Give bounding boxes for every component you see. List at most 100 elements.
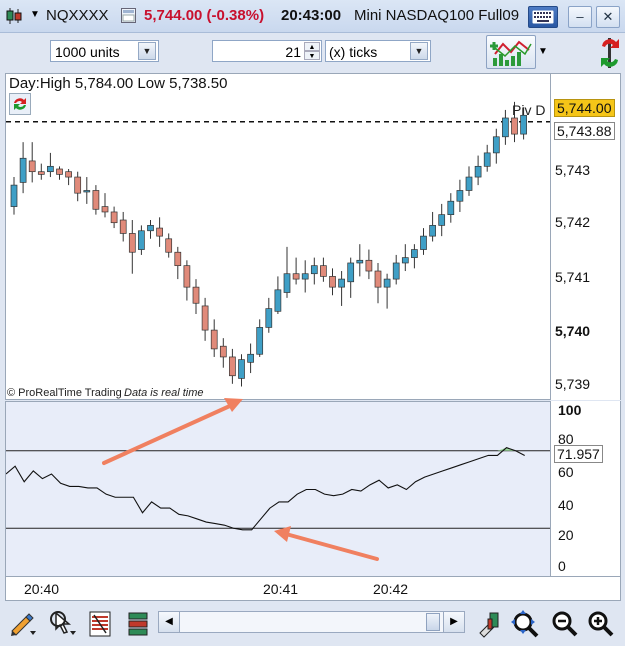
time-axis[interactable]: 20:40 20:41 20:42 <box>5 577 621 601</box>
ticks-input[interactable]: 21 ▲ ▼ <box>212 40 322 62</box>
scroll-right-button[interactable]: ▶ <box>443 612 464 632</box>
candle-down <box>28 160 36 173</box>
layout-button[interactable] <box>124 609 154 639</box>
indicator-value-tag: 71.957 <box>554 445 603 463</box>
price-axis[interactable]: 5,743 5,742 5,741 5,740 5,739 5,744.00 5… <box>551 73 621 400</box>
candle-up <box>401 257 409 264</box>
chart-toolbar: 1000 units ▼ 21 ▲ ▼ (x) ticks ▼ ▼ <box>0 33 625 73</box>
scroll-left-icon: ◀ <box>165 616 173 627</box>
refresh-button[interactable] <box>598 36 622 70</box>
candle-down <box>128 233 136 253</box>
price-chart-pane[interactable]: Day:High 5,784.00 Low 5,738.50 Piv D © P… <box>5 73 551 400</box>
candlestick-plot <box>6 101 550 387</box>
minimize-button[interactable]: – <box>568 6 592 28</box>
keyboard-button[interactable] <box>528 6 558 28</box>
candle-up <box>429 225 436 237</box>
candle-up <box>392 262 400 280</box>
zoom-fit-icon <box>510 610 540 643</box>
candle-up <box>520 114 527 135</box>
candle-up <box>247 353 254 363</box>
candle-up <box>502 117 509 138</box>
stepper-down-icon[interactable]: ▼ <box>304 51 320 60</box>
units-value: 1000 units <box>55 44 120 60</box>
scroll-right-icon: ▶ <box>450 616 458 627</box>
keyboard-icon <box>532 10 554 27</box>
data-realtime-note: Data is real time <box>124 387 204 399</box>
y-tick-5739: 5,739 <box>555 376 591 392</box>
candle-down <box>320 265 327 277</box>
close-icon: ✕ <box>602 9 614 24</box>
order-book-button[interactable] <box>86 609 116 639</box>
candle-down <box>365 259 373 272</box>
candle-down <box>174 251 182 267</box>
close-button[interactable]: ✕ <box>596 6 620 28</box>
zoom-out-button[interactable] <box>550 609 580 639</box>
scroll-left-button[interactable]: ◀ <box>159 612 180 632</box>
candle-down <box>56 168 63 175</box>
ind-tick-40: 40 <box>558 497 574 513</box>
spreadsheet-icon <box>86 611 116 643</box>
indicator-pane[interactable] <box>5 401 551 577</box>
indicator-axis[interactable]: 100 80 60 40 20 0 71.957 <box>551 401 621 577</box>
candle-up <box>356 259 364 264</box>
indicators-button[interactable] <box>486 35 536 69</box>
candle-up <box>283 273 291 293</box>
ind-tick-20: 20 <box>558 527 574 543</box>
settings-tool-button[interactable] <box>474 609 504 639</box>
candle-down <box>292 273 300 280</box>
window-icon[interactable] <box>121 8 136 28</box>
time-tick-2042: 20:42 <box>373 581 409 597</box>
horizontal-scrollbar[interactable]: ◀ ▶ <box>158 611 465 633</box>
zoom-fit-button[interactable] <box>510 609 540 639</box>
refresh-arrows-icon <box>598 38 622 74</box>
candle-up <box>411 249 418 258</box>
y-tick-5741: 5,741 <box>555 269 591 285</box>
ticks-stepper[interactable]: ▲ ▼ <box>304 42 320 60</box>
candle-down <box>210 329 218 350</box>
ticks-unit-select[interactable]: (x) ticks ▼ <box>325 40 431 62</box>
bottom-toolbar: ◀ ▶ <box>0 602 625 646</box>
candle-up <box>465 176 473 191</box>
candle-up <box>310 265 318 275</box>
ticks-value: 21 <box>285 44 301 60</box>
units-select[interactable]: 1000 units ▼ <box>50 40 159 62</box>
candle-down <box>229 356 236 377</box>
candle-down <box>156 227 163 237</box>
candle-up <box>83 190 91 193</box>
candle-up <box>10 184 18 207</box>
indicator-line <box>6 447 525 531</box>
candle-down <box>65 171 72 178</box>
y-tick-5740: 5,740 <box>555 323 591 339</box>
candle-down <box>511 117 518 135</box>
zoom-out-icon <box>550 611 580 643</box>
chevron-down-icon: ▼ <box>538 46 548 57</box>
candle-down <box>374 270 382 288</box>
time-tick-2040: 20:40 <box>24 581 60 597</box>
candle-up <box>456 190 464 202</box>
clock-time: 20:43:00 <box>281 7 342 24</box>
title-bar: ▼ NQXXXX 5,744.00 (-0.38%) 20:43:00 Mini… <box>0 0 625 33</box>
cursor-tool-button[interactable] <box>48 609 78 639</box>
cursor-icon <box>48 611 78 643</box>
candle-up <box>347 262 355 283</box>
candle-down <box>219 345 227 358</box>
zoom-in-button[interactable] <box>586 609 616 639</box>
candle-down <box>92 190 100 210</box>
pivot-price-tag: 5,743.88 <box>554 122 615 140</box>
candle-up <box>238 359 245 379</box>
indicator-plot <box>6 447 550 531</box>
instrument-name: Mini NASDAQ100 Full09 <box>354 7 520 24</box>
stepper-up-icon[interactable]: ▲ <box>304 42 320 51</box>
indicators-dropdown-button[interactable]: ▼ <box>536 41 550 63</box>
ticks-unit-dropdown-button[interactable]: ▼ <box>410 42 428 60</box>
scroll-thumb[interactable] <box>426 613 440 631</box>
candle-up <box>138 230 145 250</box>
symbol-name[interactable]: NQXXXX <box>46 7 109 24</box>
drawing-tool-button[interactable] <box>8 609 38 639</box>
symbol-dropdown-icon[interactable]: ▼ <box>30 9 40 20</box>
candle-down <box>201 305 209 331</box>
price-change: 5,744.00 (-0.38%) <box>144 7 265 24</box>
candlestick-icon <box>5 7 23 30</box>
last-price-tag: 5,744.00 <box>554 99 615 117</box>
units-dropdown-button[interactable]: ▼ <box>138 42 156 60</box>
